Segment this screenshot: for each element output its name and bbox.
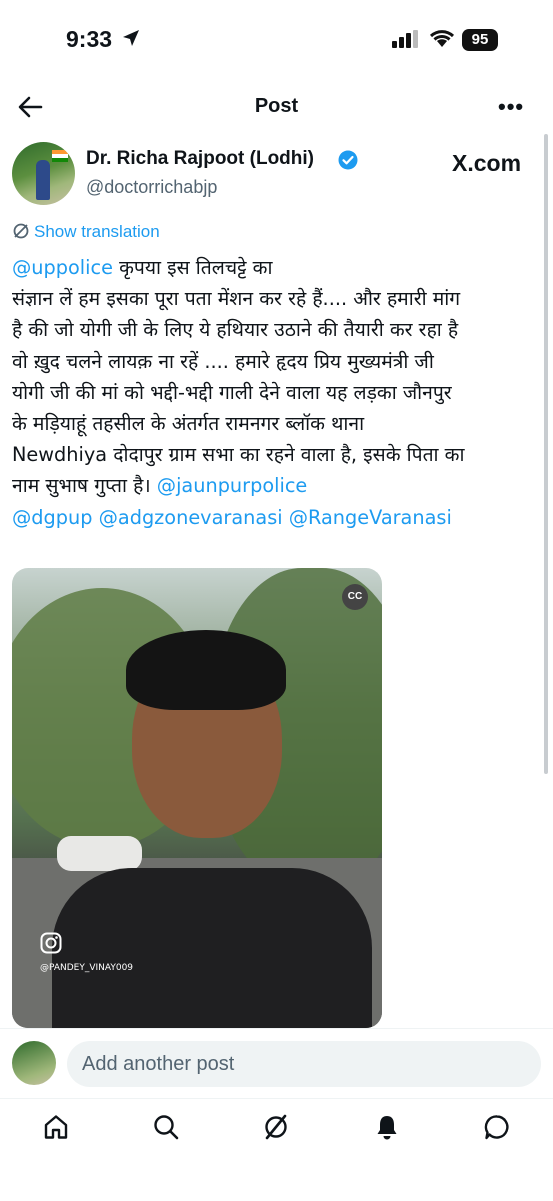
- cellular-signal-icon: [392, 30, 418, 48]
- reply-composer: Add another post: [0, 1028, 553, 1099]
- bottom-nav: [0, 1098, 553, 1201]
- mention-link[interactable]: @adgzonevaranasi: [99, 506, 283, 529]
- translate-icon: [13, 223, 29, 239]
- mention-link[interactable]: @dgpup: [12, 506, 92, 529]
- instagram-icon: [40, 932, 62, 954]
- more-icon[interactable]: •••: [498, 94, 524, 120]
- mention-link[interactable]: @jaunpurpolice: [157, 474, 308, 497]
- user-avatar[interactable]: [12, 1041, 56, 1085]
- page-title: Post: [254, 95, 299, 117]
- show-translation-link[interactable]: Show translation: [12, 222, 160, 242]
- mention-link[interactable]: @RangeVaranasi: [289, 506, 452, 529]
- author-handle[interactable]: @doctorrichabjp: [86, 177, 217, 198]
- scrollbar[interactable]: [544, 134, 548, 774]
- show-translation-label: Show translation: [34, 222, 160, 241]
- bell-icon[interactable]: [373, 1113, 401, 1141]
- tweet-text: @uppolice कृपया इस तिलचट्टे का संज्ञान ल…: [12, 252, 546, 533]
- search-icon[interactable]: [152, 1113, 180, 1141]
- verified-badge-icon: [338, 150, 358, 170]
- status-bar: 9:33 95: [0, 0, 553, 80]
- author-name[interactable]: Dr. Richa Rajpoot (Lodhi): [86, 148, 314, 170]
- post-header: Post •••: [0, 80, 553, 134]
- status-time: 9:33: [66, 26, 113, 52]
- location-arrow-icon: [123, 30, 139, 46]
- tweet-line: कृपया इस तिलचट्टे का: [112, 256, 273, 279]
- captions-icon[interactable]: CC: [342, 584, 368, 610]
- video-media[interactable]: CC @PANDEY_VINAY009: [12, 568, 382, 1028]
- add-post-input[interactable]: Add another post: [67, 1041, 541, 1087]
- grok-icon[interactable]: [262, 1113, 290, 1141]
- home-icon[interactable]: [42, 1113, 70, 1141]
- message-icon[interactable]: [483, 1113, 511, 1141]
- tweet-body: संज्ञान लें हम इसका पूरा पता मेंशन कर रह…: [12, 287, 465, 498]
- author-avatar[interactable]: [12, 142, 75, 205]
- brand-label: X.com: [452, 150, 522, 176]
- wifi-icon: [429, 30, 455, 47]
- video-watermark: @PANDEY_VINAY009: [40, 963, 134, 973]
- mention-link[interactable]: @uppolice: [12, 256, 113, 279]
- battery-indicator: 95: [462, 29, 498, 51]
